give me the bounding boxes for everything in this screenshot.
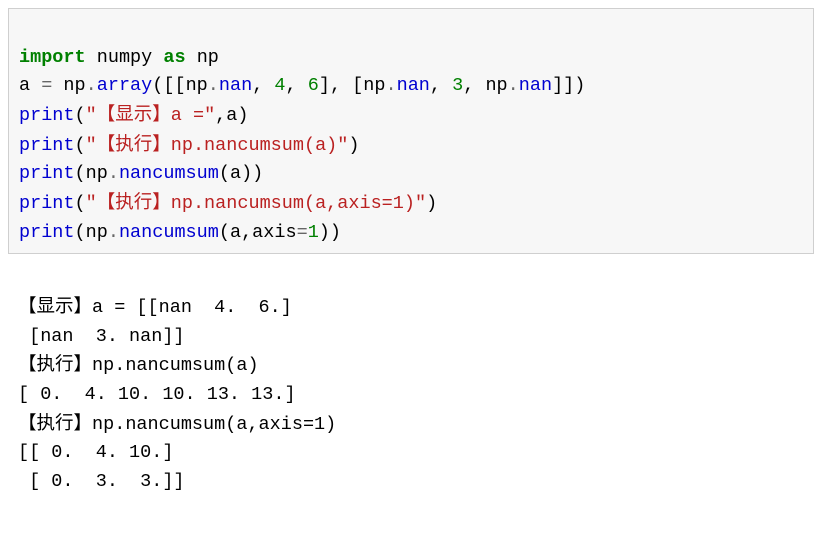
- fn-print: print: [19, 193, 75, 214]
- cjk-exec: 【执行】: [18, 355, 92, 375]
- mod-numpy: numpy: [97, 47, 153, 68]
- output-line-2: [nan 3. nan]]: [18, 326, 185, 347]
- output-line-1: 【显示】a = [[nan 4. 6.]: [18, 297, 292, 318]
- rest: ,a): [215, 105, 248, 126]
- output-line-3: 【执行】np.nancumsum(a): [18, 355, 259, 376]
- comma: , np: [463, 75, 507, 96]
- code-line-6: print("【执行】np.nancumsum(a,axis=1)"): [19, 193, 437, 214]
- fn-nancumsum: nancumsum: [119, 163, 219, 184]
- fn-print: print: [19, 105, 75, 126]
- attr-nan: nan: [219, 75, 252, 96]
- dot: .: [108, 163, 119, 184]
- dot: .: [86, 75, 97, 96]
- quote: ": [204, 105, 215, 126]
- code-block: import numpy as np a = np.array([[np.nan…: [8, 8, 814, 254]
- out-text: np.nancumsum(a,axis=1): [92, 414, 336, 435]
- code-line-5: print(np.nancumsum(a)): [19, 163, 263, 184]
- paren: (: [75, 193, 86, 214]
- open: (np: [75, 163, 108, 184]
- quote: ": [415, 193, 426, 214]
- fn-print: print: [19, 222, 75, 243]
- code-line-2: a = np.array([[np.nan, 4, 6], [np.nan, 3…: [19, 75, 585, 96]
- rest: (a)): [219, 163, 263, 184]
- kw-as: as: [163, 47, 185, 68]
- str-text: np.nancumsum(a): [171, 135, 338, 156]
- attr-nan: nan: [519, 75, 552, 96]
- close: ]]): [552, 75, 585, 96]
- cjk-exec: 【执行】: [18, 414, 92, 434]
- out-text: a = [[nan 4. 6.]: [92, 297, 292, 318]
- code-line-1: import numpy as np: [19, 47, 219, 68]
- fn-array: array: [97, 75, 153, 96]
- str-text: a =: [171, 105, 204, 126]
- kw-import: import: [19, 47, 86, 68]
- dot: .: [508, 75, 519, 96]
- dot: .: [208, 75, 219, 96]
- dot: .: [385, 75, 396, 96]
- quote: ": [86, 193, 97, 214]
- paren: (: [75, 105, 86, 126]
- dot: .: [108, 222, 119, 243]
- attr-nan: nan: [397, 75, 430, 96]
- fn-print: print: [19, 163, 75, 184]
- comma: ,: [252, 75, 274, 96]
- np-prefix: np: [52, 75, 85, 96]
- output-line-7: [ 0. 3. 3.]]: [18, 471, 185, 492]
- code-line-4: print("【执行】np.nancumsum(a)"): [19, 135, 360, 156]
- quote: ": [337, 135, 348, 156]
- close: )): [319, 222, 341, 243]
- num-6: 6: [308, 75, 319, 96]
- output-line-4: [ 0. 4. 10. 10. 13. 13.]: [18, 384, 296, 405]
- eq-op: =: [297, 222, 308, 243]
- output-block: 【显示】a = [[nan 4. 6.] [nan 3. nan]] 【执行】n…: [8, 264, 814, 496]
- alias-np: np: [197, 47, 219, 68]
- paren: (: [75, 135, 86, 156]
- num-1: 1: [308, 222, 319, 243]
- comma: ,: [430, 75, 452, 96]
- cjk-display: 【显示】: [97, 105, 171, 125]
- mid: (a,axis: [219, 222, 297, 243]
- cjk-exec: 【执行】: [97, 193, 171, 213]
- paren: ): [426, 193, 437, 214]
- var-a: a: [19, 75, 41, 96]
- comma: ,: [286, 75, 308, 96]
- quote: ": [86, 105, 97, 126]
- eq-op: =: [41, 75, 52, 96]
- code-line-7: print(np.nancumsum(a,axis=1)): [19, 222, 341, 243]
- fn-nancumsum: nancumsum: [119, 222, 219, 243]
- output-line-5: 【执行】np.nancumsum(a,axis=1): [18, 414, 336, 435]
- paren: ): [348, 135, 359, 156]
- num-4: 4: [274, 75, 285, 96]
- quote: ": [86, 135, 97, 156]
- out-text: np.nancumsum(a): [92, 355, 259, 376]
- fn-print: print: [19, 135, 75, 156]
- mid: ], [np: [319, 75, 386, 96]
- str-text: np.nancumsum(a,axis=1): [171, 193, 415, 214]
- open: (np: [75, 222, 108, 243]
- paren-open: ([[np: [152, 75, 208, 96]
- cjk-exec: 【执行】: [97, 135, 171, 155]
- cjk-display: 【显示】: [18, 297, 92, 317]
- output-line-6: [[ 0. 4. 10.]: [18, 442, 173, 463]
- code-line-3: print("【显示】a =",a): [19, 105, 248, 126]
- num-3: 3: [452, 75, 463, 96]
